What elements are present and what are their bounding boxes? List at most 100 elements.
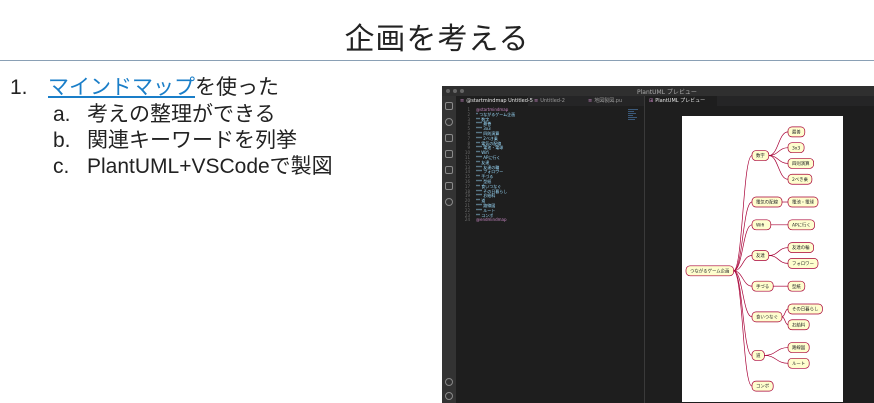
tab-label: Untitled-2 <box>540 98 565 104</box>
editor-tabbar: ≡ @startmindmap Untitled-5 ≡ Untitled-2 ≡ 地… <box>456 96 644 106</box>
mindmap-leaf-node: 四則演算 <box>787 158 814 169</box>
tab-label: 地図製図.pu <box>594 98 623 104</box>
mindmap-link-line <box>768 247 789 256</box>
mindmap-leaf-node: お給料 <box>787 319 810 331</box>
maximize-window-dot[interactable] <box>460 89 464 93</box>
window-titlebar: PlantUML プレビュー <box>442 86 874 96</box>
bullet-list: 1. マインドマップを使った a. 考えの整理ができる b. 関連キーワードを列挙 c… <box>10 74 333 180</box>
mindmap-root-node: つながるゲーム企画 <box>685 265 734 277</box>
code-text: @endmindmap <box>476 217 507 223</box>
node-label: ルート <box>792 362 805 367</box>
vscode-window: PlantUML プレビュー ≡ @startmindmap Untitled-5… <box>442 86 874 403</box>
node-label: その日暮らし <box>792 306 818 313</box>
mindmap-branch-node: 友達 <box>751 250 770 261</box>
extensions-icon[interactable] <box>445 166 453 174</box>
slide-title: 企画を考える <box>344 22 530 57</box>
bullet-number: 1. <box>10 76 28 99</box>
node-label: 電池・電球 <box>792 199 815 206</box>
mindmap-link-line <box>733 270 753 356</box>
debug-icon[interactable] <box>445 150 453 158</box>
file-icon: ≡ <box>460 98 465 104</box>
mindmap-diagram: つながるゲーム企画 数字 最善 3x3 四則演算 2ベき乗電気の配線 電池・電球 Wifi AP… <box>685 126 823 392</box>
node-label: 型紙 <box>792 283 801 290</box>
node-label: 四則演算 <box>792 160 810 167</box>
preview-pane: ⊞ PlantUML プレビュー つながるゲーム企画 数字 最善 3x3 四則演算 2ベき乗… <box>644 96 874 403</box>
sub-letter: a. <box>53 103 71 126</box>
mindmap-branch-node: コンボ <box>751 380 774 392</box>
sub-letter: b. <box>53 129 71 152</box>
mindmap-branch-node: 食いつなぐ <box>751 311 783 323</box>
mindmap-preview: つながるゲーム企画 数字 最善 3x3 四則演算 2ベき乗 電気の配線 電池・電球 Wifi AP… <box>682 116 843 402</box>
node-label: お給料 <box>792 321 806 328</box>
mindmap-leaf-node: その日暮らし <box>787 303 823 315</box>
sub-text: 関連キーワードを列挙 <box>87 129 297 152</box>
mindmap-leaf-node: 3x3 <box>787 142 805 154</box>
mindmap-leaf-node: 友達の輪 <box>787 242 814 253</box>
mindmap-leaf-node: 最善 <box>787 126 806 138</box>
node-label: つながるゲーム企画 <box>690 267 729 274</box>
node-label: 路線図 <box>792 344 806 351</box>
node-label: 食いつなぐ <box>756 313 778 320</box>
mindmap-leaf-node: 型紙 <box>787 280 806 292</box>
mindmap-link-line <box>733 155 753 272</box>
tab-label: PlantUML プレビュー <box>655 98 706 104</box>
close-window-dot[interactable] <box>446 89 450 93</box>
mindmap-leaf-node: APに行く <box>787 219 815 231</box>
node-label: 道 <box>756 352 761 359</box>
mindmap-link-line <box>733 270 753 387</box>
explorer-icon[interactable] <box>445 102 453 110</box>
mindmap-branch-node: 道 <box>751 350 765 361</box>
node-label: APに行く <box>792 221 811 228</box>
preview-tabbar: ⊞ PlantUML プレビュー <box>645 96 874 106</box>
mindmap-link-line <box>764 347 789 356</box>
mindmap-link[interactable]: マインドマップ <box>48 76 195 99</box>
tab-map-pu[interactable]: ≡ 地図製図.pu <box>584 96 640 106</box>
mindmap-branch-node: 手づる <box>751 280 774 292</box>
code-editor[interactable]: 1 @startmindmap 2 * つながるゲーム企画 3 ** 数字 4 *** 最善 5… <box>456 107 626 223</box>
bullet-text: を使った <box>195 76 279 99</box>
node-label: 3x3 <box>792 145 800 151</box>
node-label: 電気の配線 <box>756 199 779 206</box>
minimap[interactable] <box>628 108 640 138</box>
window-title: PlantUML プレビュー <box>637 89 697 96</box>
gear-icon[interactable] <box>445 392 453 400</box>
bullet-item-1: 1. マインドマップを使った <box>10 74 333 102</box>
mindmap-leaf-node: フォロワー <box>787 258 819 269</box>
node-label: 最善 <box>792 128 801 135</box>
file-icon: ≡ <box>588 98 593 104</box>
tab-untitled-2[interactable]: ≡ Untitled-2 <box>530 96 582 106</box>
file-icon: ≡ <box>534 98 539 104</box>
account-icon[interactable] <box>445 378 453 386</box>
sub-bullet-c: c. PlantUML+VSCodeで製図 <box>10 154 333 180</box>
tab-untitled-5[interactable]: ≡ @startmindmap Untitled-5 <box>456 96 533 106</box>
sub-bullet-a: a. 考えの整理ができる <box>10 102 333 128</box>
mindmap-link-line <box>781 316 789 326</box>
sub-letter: c. <box>53 155 70 178</box>
tab-plantuml-preview[interactable]: ⊞ PlantUML プレビュー <box>645 96 717 106</box>
mindmap-leaf-node: 路線図 <box>787 342 810 353</box>
node-label: 友達 <box>756 252 765 259</box>
code-line: 24 @endmindmap <box>456 217 626 223</box>
title-divider <box>0 60 874 61</box>
sub-text: 考えの整理ができる <box>87 103 276 126</box>
activity-bar <box>442 96 456 403</box>
node-label: 手づる <box>756 283 769 290</box>
mindmap-leaf-node: 2ベき乗 <box>787 173 813 185</box>
node-label: コンボ <box>756 383 770 390</box>
node-label: Wifi <box>756 222 764 228</box>
minimize-window-dot[interactable] <box>453 89 457 93</box>
mindmap-link-line <box>768 255 789 264</box>
remote-icon[interactable] <box>445 182 453 190</box>
sub-text: PlantUML+VSCodeで製図 <box>87 155 333 178</box>
mindmap-link-line <box>733 224 753 272</box>
preview-icon: ⊞ <box>649 98 654 104</box>
mindmap-link-line <box>764 355 789 364</box>
line-number: 24 <box>464 217 470 223</box>
mindmap-link-line <box>781 308 789 318</box>
search-icon[interactable] <box>445 118 453 126</box>
docker-icon[interactable] <box>445 198 453 206</box>
mindmap-branch-node: 電気の配線 <box>751 196 783 208</box>
source-control-icon[interactable] <box>445 134 453 142</box>
node-label: 友達の輪 <box>792 244 810 251</box>
sub-bullet-b: b. 関連キーワードを列挙 <box>10 128 333 154</box>
